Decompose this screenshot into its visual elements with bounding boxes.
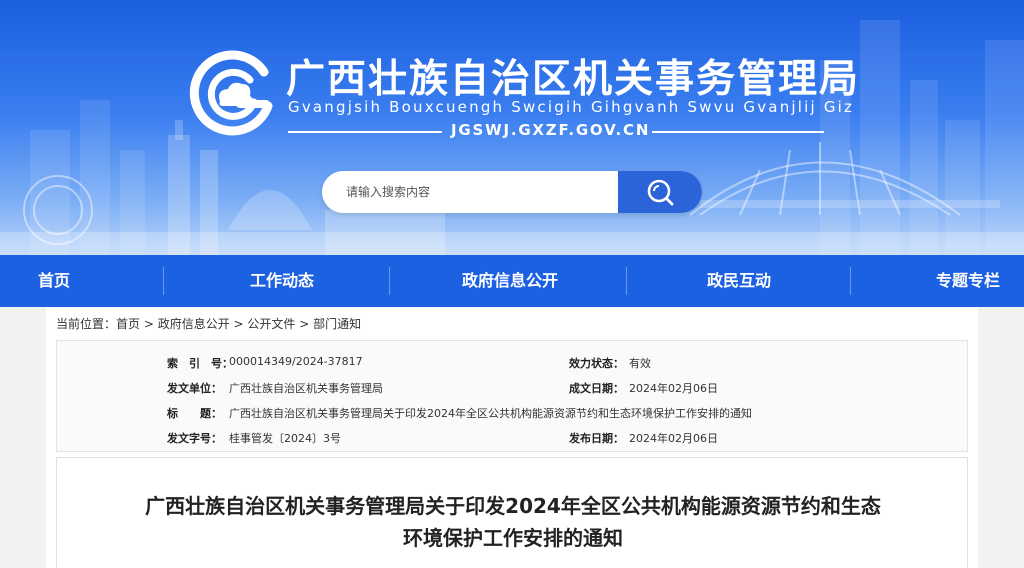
header-banner: 广西壮族自治区机关事务管理局 Gvangjsih Bouxcuengh Swci…: [0, 0, 1024, 255]
issuer-label: 发文单位：: [167, 382, 222, 395]
nav-separator: [389, 267, 390, 295]
issuer-value: 广西壮族自治区机关事务管理局: [229, 382, 383, 395]
doc-number-value: 桂事管发〔2024〕3号: [229, 432, 341, 445]
breadcrumb-home[interactable]: 首页: [116, 317, 140, 331]
published-date-label: 发布日期：: [569, 432, 624, 445]
nav-item-interaction[interactable]: 政民互动: [707, 255, 771, 307]
site-subtitle-zhuang: Gvangjsih Bouxcuengh Swcigih Gihgvanh Sw…: [288, 98, 855, 116]
search-input[interactable]: [322, 171, 618, 213]
search-box: [322, 171, 702, 213]
doc-number-label: 发文字号：: [167, 432, 222, 445]
index-value: 000014349/2024-37817: [229, 355, 363, 368]
document-metadata: 索 引 号： 000014349/2024-37817 效力状态： 有效 发文单…: [56, 340, 968, 452]
document-body: 广西壮族自治区机关事务管理局关于印发2024年全区公共机构能源资源节约和生态 环…: [56, 457, 968, 568]
index-label: 索 引 号：: [167, 357, 233, 370]
nav-separator: [163, 267, 164, 295]
document-title-line-1: 广西壮族自治区机关事务管理局关于印发2024年全区公共机构能源资源节约和生态: [145, 494, 881, 518]
nav-item-gov-info[interactable]: 政府信息公开: [462, 255, 558, 307]
document-title-line-2: 环境保护工作安排的通知: [403, 526, 623, 550]
domain-line-left: [288, 131, 442, 133]
published-date-value: 2024年02月06日: [629, 432, 718, 445]
breadcrumb-separator: >: [140, 317, 158, 331]
breadcrumb-gov-info[interactable]: 政府信息公开: [158, 317, 230, 331]
search-button[interactable]: [618, 171, 702, 213]
doc-title-label: 标 题：: [167, 407, 222, 420]
site-domain: JGSWJ.GXZF.GOV.CN: [451, 121, 651, 139]
breadcrumb-separator: >: [295, 317, 314, 331]
breadcrumb: 当前位置：首页 > 政府信息公开 > 公开文件 > 部门通知: [56, 315, 361, 332]
breadcrumb-separator: >: [229, 317, 248, 331]
doc-title-value: 广西壮族自治区机关事务管理局关于印发2024年全区公共机构能源资源节约和生态环境…: [229, 407, 752, 420]
breadcrumb-prefix: 当前位置：: [56, 317, 117, 331]
document-title: 广西壮族自治区机关事务管理局关于印发2024年全区公共机构能源资源节约和生态 环…: [57, 490, 969, 554]
nav-separator: [850, 267, 851, 295]
cloud-g-logo-icon: [189, 50, 273, 136]
search-icon: [647, 179, 674, 206]
status-value: 有效: [629, 357, 651, 370]
status-label: 效力状态：: [569, 357, 624, 370]
breadcrumb-dept-notice[interactable]: 部门通知: [313, 317, 361, 331]
site-title: 广西壮族自治区机关事务管理局: [286, 57, 861, 102]
domain-line-right: [652, 131, 824, 133]
main-nav: 首页 工作动态 政府信息公开 政民互动 专题专栏: [0, 255, 1024, 307]
created-date-label: 成文日期：: [569, 382, 624, 395]
nav-item-work-news[interactable]: 工作动态: [250, 255, 314, 307]
nav-item-special-topics[interactable]: 专题专栏: [936, 255, 1000, 307]
breadcrumb-public-docs[interactable]: 公开文件: [247, 317, 295, 331]
content-panel: 当前位置：首页 > 政府信息公开 > 公开文件 > 部门通知 索 引 号： 00…: [46, 307, 978, 568]
nav-item-home[interactable]: 首页: [38, 255, 70, 307]
nav-separator: [626, 267, 627, 295]
created-date-value: 2024年02月06日: [629, 382, 718, 395]
